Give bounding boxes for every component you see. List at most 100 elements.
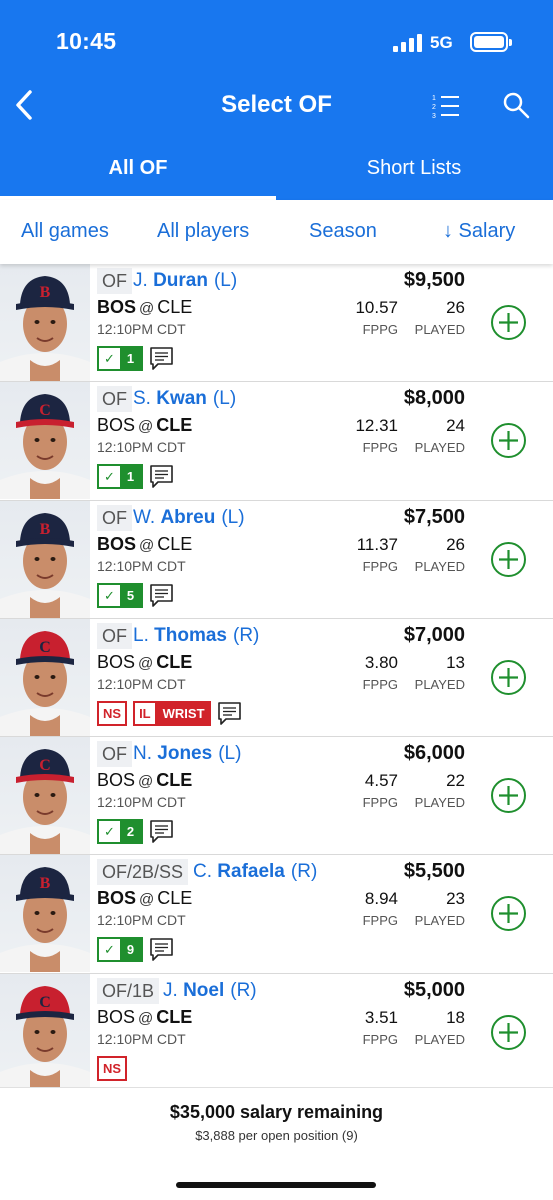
- add-player-icon[interactable]: [490, 659, 527, 696]
- svg-text:C: C: [39, 757, 51, 774]
- status-badges: NS: [97, 1055, 128, 1081]
- news-note-icon[interactable]: [149, 464, 174, 489]
- player-name[interactable]: J. Duran (L): [133, 270, 237, 292]
- player-row[interactable]: C OF L. Thomas (R) $7,000 BOS @ CLE 12:10PM CDT 3…: [0, 618, 553, 738]
- injury-type-label: WRIST: [156, 700, 211, 726]
- salary-remaining: $35,000 salary remaining: [169, 1102, 384, 1122]
- fppg-label: FPPG: [362, 913, 398, 929]
- player-last-name: Rafaela: [217, 861, 285, 883]
- status-time: 10:45: [56, 28, 117, 54]
- player-name[interactable]: W. Abreu (L): [133, 507, 245, 529]
- game-time: 12:10PM CDT: [97, 675, 186, 692]
- player-initial: W.: [133, 506, 156, 528]
- position-badge: OF: [97, 268, 132, 294]
- game-time: 12:10PM CDT: [97, 1030, 186, 1047]
- player-row[interactable]: B OF J. Duran (L) $9,500 BOS @ CLE 12:10PM CDT 10…: [0, 264, 553, 383]
- team-home: BOS: [97, 415, 136, 436]
- batting-hand: (R): [233, 624, 260, 646]
- player-name[interactable]: J. Noel (R): [163, 980, 257, 1002]
- team-away: CLE: [157, 533, 193, 554]
- ranked-list-icon[interactable]: 1 2 3: [432, 93, 460, 119]
- news-note-icon[interactable]: [149, 346, 174, 371]
- svg-text:C: C: [39, 994, 51, 1011]
- network-label: 5G: [430, 33, 453, 52]
- batting-order: 9: [120, 939, 141, 961]
- batting-order: 2: [120, 821, 141, 843]
- status-bar: 10:45 5G: [0, 26, 553, 62]
- sort-salary[interactable]: ↓ Salary: [443, 220, 515, 243]
- check-icon: ✓: [99, 821, 120, 843]
- salary-footer: $35,000 salary remaining $3,888 per open…: [0, 1087, 553, 1200]
- player-name[interactable]: N. Jones (L): [133, 743, 241, 765]
- batting-order: 1: [120, 348, 141, 369]
- svg-text:2: 2: [432, 104, 436, 111]
- player-name[interactable]: L. Thomas (R): [133, 625, 259, 647]
- add-player-icon[interactable]: [490, 304, 527, 341]
- player-salary: $6,000: [403, 742, 465, 765]
- player-initial: N.: [133, 743, 152, 765]
- news-note-icon[interactable]: [149, 819, 174, 844]
- team-away: CLE: [156, 651, 193, 672]
- player-row[interactable]: B OF/2B/SS C. Rafaela (R) $5,500 BOS @ CLE 12:10…: [0, 855, 553, 974]
- position-badge: OF: [97, 504, 132, 531]
- fppg-label: FPPG: [362, 440, 398, 456]
- lineup-check-badge: ✓ 9: [97, 937, 143, 963]
- player-last-name: Jones: [157, 743, 213, 765]
- game-time: 12:10PM CDT: [97, 557, 186, 574]
- svg-text:1: 1: [432, 95, 436, 102]
- game-time: 12:10PM CDT: [97, 912, 186, 929]
- fppg-value: 3.51: [364, 1007, 398, 1027]
- filter-players[interactable]: All players: [157, 220, 249, 243]
- fppg-value: 8.94: [364, 889, 398, 909]
- player-row[interactable]: C OF S. Kwan (L) $8,000 BOS @ CLE 12:10PM CDT 12.…: [0, 382, 553, 501]
- add-player-icon[interactable]: [490, 422, 527, 459]
- fppg-label: FPPG: [362, 795, 398, 811]
- matchup: BOS @ CLE: [97, 888, 192, 909]
- at-sign: @: [138, 418, 154, 436]
- signal-icon: [393, 34, 422, 52]
- position-badge: OF: [97, 741, 132, 768]
- fppg-value: 4.57: [364, 771, 398, 791]
- player-salary: $7,000: [403, 623, 465, 646]
- news-note-icon[interactable]: [217, 701, 242, 726]
- news-note-icon[interactable]: [149, 583, 174, 608]
- played-value: 18: [446, 1007, 465, 1027]
- team-home: BOS: [97, 888, 137, 909]
- search-icon[interactable]: [502, 91, 530, 119]
- game-time: 12:10PM CDT: [97, 321, 186, 337]
- fppg-value: 12.31: [355, 416, 398, 436]
- player-name[interactable]: S. Kwan (L): [133, 388, 236, 410]
- svg-text:3: 3: [432, 113, 436, 119]
- player-row[interactable]: B OF W. Abreu (L) $7,500 BOS @ CLE 12:10PM CDT 11…: [0, 500, 553, 619]
- player-row[interactable]: C OF N. Jones (L) $6,000 BOS @ CLE 12:10PM CDT 4.…: [0, 737, 553, 856]
- page-title: Select OF: [221, 91, 332, 118]
- batting-hand: (R): [290, 861, 318, 883]
- game-time: 12:10PM CDT: [97, 439, 186, 456]
- battery-icon: [470, 32, 512, 52]
- add-player-icon[interactable]: [490, 777, 527, 814]
- player-row[interactable]: C OF/1B J. Noel (R) $5,000 BOS @ CLE 12:10PM CDT…: [0, 973, 553, 1093]
- add-player-icon[interactable]: [490, 895, 527, 932]
- tab-short-lists[interactable]: Short Lists: [276, 146, 552, 200]
- team-home: BOS: [97, 1006, 136, 1027]
- played-label: PLAYED: [414, 676, 465, 692]
- news-note-icon[interactable]: [149, 937, 174, 962]
- player-headshot: C: [0, 737, 90, 855]
- add-player-icon[interactable]: [490, 541, 527, 578]
- played-label: PLAYED: [414, 913, 465, 929]
- player-name[interactable]: C. Rafaela (R): [193, 861, 317, 883]
- played-label: PLAYED: [414, 1031, 465, 1047]
- player-last-name: Noel: [183, 979, 225, 1001]
- status-badges: ✓ 1: [97, 464, 174, 490]
- filter-games[interactable]: All games: [21, 220, 109, 243]
- batting-hand: (L): [221, 506, 245, 528]
- fppg-label: FPPG: [362, 1031, 398, 1047]
- tab-all-of[interactable]: All OF: [0, 146, 276, 200]
- status-badges: NS IL WRIST: [97, 700, 242, 726]
- batting-hand: (L): [218, 743, 242, 765]
- team-home: BOS: [97, 533, 137, 554]
- matchup: BOS @ CLE: [97, 1007, 192, 1028]
- filter-season[interactable]: Season: [309, 220, 377, 243]
- add-player-icon[interactable]: [490, 1014, 527, 1051]
- fppg-value: 3.80: [364, 652, 398, 672]
